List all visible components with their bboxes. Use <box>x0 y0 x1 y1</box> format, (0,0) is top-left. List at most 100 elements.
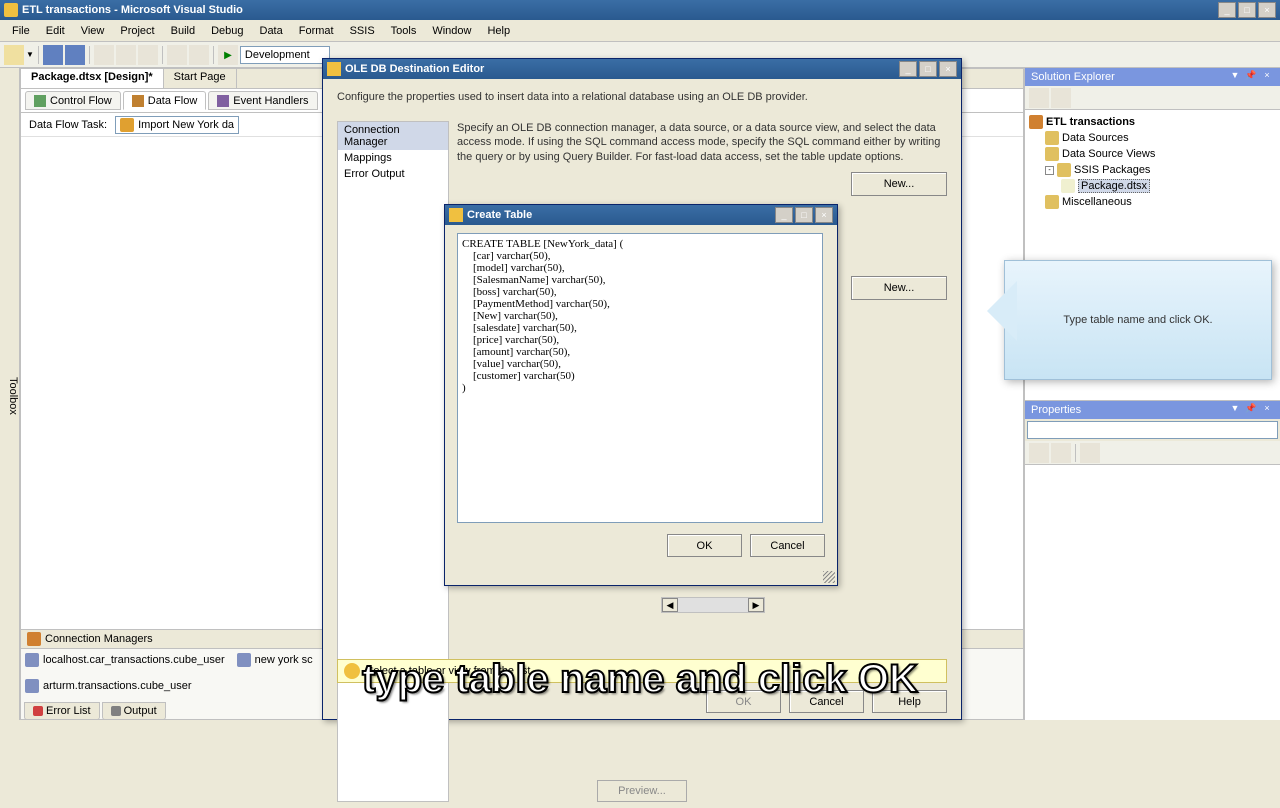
create-table-cancel-button[interactable]: Cancel <box>750 534 825 557</box>
connection-managers-header: Connection Managers <box>45 633 153 645</box>
data-flow-task-dropdown[interactable]: Import New York da <box>115 116 239 134</box>
config-dropdown[interactable]: Development <box>240 46 330 64</box>
dialog-title: OLE DB Destination Editor <box>345 63 899 75</box>
dialog-close-button[interactable]: × <box>815 207 833 223</box>
data-flow-icon <box>132 95 144 107</box>
app-icon <box>4 3 18 17</box>
dialog-icon <box>327 62 341 76</box>
dialog-minimize-button[interactable]: _ <box>775 207 793 223</box>
dialog-minimize-button[interactable]: _ <box>899 61 917 77</box>
tab-data-flow[interactable]: Data Flow <box>123 91 207 110</box>
connection-managers-icon <box>27 632 41 646</box>
undo-icon[interactable] <box>167 45 187 65</box>
instruction-callout: Type table name and click OK. <box>1004 260 1272 380</box>
create-table-ok-button[interactable]: OK <box>667 534 742 557</box>
show-all-icon[interactable] <box>1051 88 1071 108</box>
package-icon <box>1061 179 1075 193</box>
tree-package-item[interactable]: Package.dtsx <box>1029 178 1276 194</box>
close-button[interactable]: × <box>1258 2 1276 18</box>
property-pages-icon[interactable] <box>1080 443 1100 463</box>
save-all-icon[interactable] <box>65 45 85 65</box>
menu-view[interactable]: View <box>73 23 113 39</box>
preview-button[interactable]: Preview... <box>597 780 687 802</box>
solution-toolbar <box>1025 86 1280 110</box>
menu-edit[interactable]: Edit <box>38 23 73 39</box>
create-table-dialog: Create Table _ □ × OK Cancel <box>444 204 838 586</box>
new-connection-button[interactable]: New... <box>851 172 947 196</box>
side-mappings[interactable]: Mappings <box>338 150 448 166</box>
folder-icon <box>1045 131 1059 145</box>
error-list-tab[interactable]: Error List <box>24 702 100 720</box>
tab-event-handlers[interactable]: Event Handlers <box>208 91 317 110</box>
menu-ssis[interactable]: SSIS <box>342 23 383 39</box>
menu-debug[interactable]: Debug <box>203 23 251 39</box>
menu-tools[interactable]: Tools <box>383 23 425 39</box>
minimize-button[interactable]: _ <box>1218 2 1236 18</box>
menu-data[interactable]: Data <box>252 23 291 39</box>
cut-icon[interactable] <box>94 45 114 65</box>
panel-pin-icon[interactable]: 📌 <box>1244 403 1258 417</box>
start-debug-icon[interactable]: ▶ <box>218 45 238 65</box>
menu-build[interactable]: Build <box>163 23 203 39</box>
task-icon <box>120 118 134 132</box>
menu-format[interactable]: Format <box>291 23 342 39</box>
create-table-sql-input[interactable] <box>457 233 823 523</box>
copy-icon[interactable] <box>116 45 136 65</box>
new-table-button[interactable]: New... <box>851 276 947 300</box>
new-project-icon[interactable] <box>4 45 24 65</box>
tree-miscellaneous[interactable]: Miscellaneous <box>1029 194 1276 210</box>
menu-help[interactable]: Help <box>479 23 518 39</box>
alphabetical-icon[interactable] <box>1051 443 1071 463</box>
paste-icon[interactable] <box>138 45 158 65</box>
connection-item[interactable]: localhost.car_transactions.cube_user <box>25 653 225 667</box>
properties-header: Properties ▼ 📌 × <box>1025 401 1280 419</box>
dialog-description: Configure the properties used to insert … <box>323 79 961 115</box>
doc-tab-startpage[interactable]: Start Page <box>164 69 237 88</box>
panel-close-icon[interactable]: × <box>1260 403 1274 417</box>
tree-ssis-packages[interactable]: - SSIS Packages <box>1029 162 1276 178</box>
event-handlers-icon <box>217 95 229 107</box>
collapse-icon[interactable]: - <box>1045 166 1054 175</box>
scroll-left-icon[interactable]: ◀ <box>662 598 678 612</box>
menu-project[interactable]: Project <box>112 23 162 39</box>
save-icon[interactable] <box>43 45 63 65</box>
video-subtitle: type table name and click OK <box>362 657 918 702</box>
properties-icon[interactable] <box>1029 88 1049 108</box>
tree-data-source-views[interactable]: Data Source Views <box>1029 146 1276 162</box>
dialog-maximize-button[interactable]: □ <box>919 61 937 77</box>
scroll-right-icon[interactable]: ▶ <box>748 598 764 612</box>
doc-tab-package[interactable]: Package.dtsx [Design]* <box>21 69 164 88</box>
panel-close-icon[interactable]: × <box>1260 70 1274 84</box>
app-title: ETL transactions - Microsoft Visual Stud… <box>22 4 1218 16</box>
connection-icon <box>25 653 39 667</box>
side-error-output[interactable]: Error Output <box>338 166 448 182</box>
panel-pin-icon[interactable]: 📌 <box>1244 70 1258 84</box>
toolbox-panel[interactable]: Toolbox <box>0 68 20 720</box>
connection-item[interactable]: new york sc <box>237 653 313 667</box>
menu-file[interactable]: File <box>4 23 38 39</box>
properties-grid <box>1025 465 1280 720</box>
connection-icon <box>25 679 39 693</box>
menu-bar: File Edit View Project Build Debug Data … <box>0 20 1280 42</box>
folder-icon <box>1045 147 1059 161</box>
dialog-close-button[interactable]: × <box>939 61 957 77</box>
solution-icon <box>1029 115 1043 129</box>
categorized-icon[interactable] <box>1029 443 1049 463</box>
output-icon <box>111 706 121 716</box>
maximize-button[interactable]: □ <box>1238 2 1256 18</box>
app-title-bar: ETL transactions - Microsoft Visual Stud… <box>0 0 1280 20</box>
output-tab[interactable]: Output <box>102 702 166 720</box>
redo-icon[interactable] <box>189 45 209 65</box>
menu-window[interactable]: Window <box>424 23 479 39</box>
panel-dropdown-icon[interactable]: ▼ <box>1228 70 1242 84</box>
panel-dropdown-icon[interactable]: ▼ <box>1228 403 1242 417</box>
properties-object-dropdown[interactable] <box>1027 421 1278 439</box>
error-list-icon <box>33 706 43 716</box>
dialog-maximize-button[interactable]: □ <box>795 207 813 223</box>
tab-control-flow[interactable]: Control Flow <box>25 91 121 110</box>
tree-data-sources[interactable]: Data Sources <box>1029 130 1276 146</box>
side-connection-manager[interactable]: Connection Manager <box>338 122 448 150</box>
horizontal-scrollbar[interactable]: ◀ ▶ <box>661 597 765 613</box>
resize-grip-icon[interactable] <box>823 571 835 583</box>
tree-root[interactable]: ETL transactions <box>1029 114 1276 130</box>
